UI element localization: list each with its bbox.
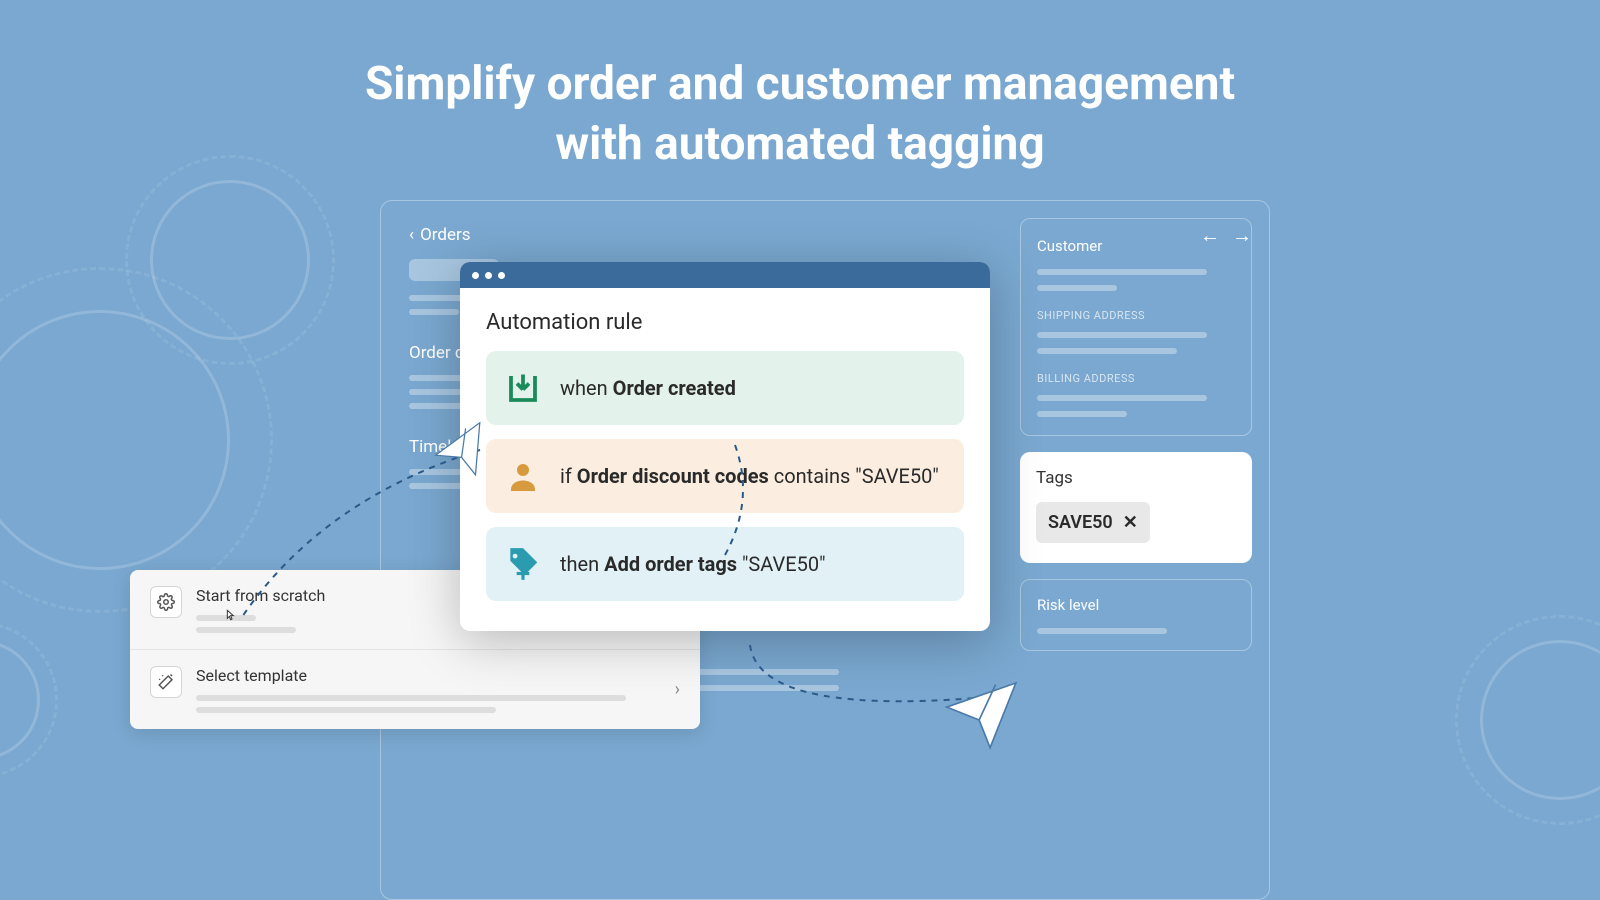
window-dot xyxy=(485,272,492,279)
gear-decoration xyxy=(0,310,230,570)
placeholder xyxy=(1037,411,1127,417)
rule-when-text: when Order created xyxy=(560,376,736,400)
placeholder xyxy=(1037,628,1167,634)
tags-title: Tags xyxy=(1036,468,1236,488)
chevron-left-icon: ‹ xyxy=(409,225,414,245)
magic-wand-icon xyxy=(150,666,182,698)
rule-if-card[interactable]: if Order discount codes contains "SAVE50… xyxy=(486,439,964,513)
placeholder xyxy=(1037,269,1207,275)
chevron-right-icon: › xyxy=(675,679,680,700)
user-icon xyxy=(504,457,542,495)
arrow-left-icon[interactable]: ← xyxy=(1200,223,1220,248)
tags-card: Tags SAVE50 ✕ xyxy=(1020,452,1252,563)
gear-decoration xyxy=(0,640,40,760)
tag-value: SAVE50 xyxy=(1048,512,1113,533)
placeholder xyxy=(196,695,626,701)
close-icon[interactable]: ✕ xyxy=(1123,512,1138,533)
customer-card: Customer SHIPPING ADDRESS BILLING ADDRES… xyxy=(1020,218,1252,436)
paper-plane-icon xyxy=(937,667,1024,754)
window-titlebar xyxy=(460,262,990,288)
rule-if-text: if Order discount codes contains "SAVE50… xyxy=(560,464,939,488)
rule-then-text: then Add order tags "SAVE50" xyxy=(560,552,826,576)
gear-icon xyxy=(150,586,182,618)
gear-decoration xyxy=(1480,640,1600,800)
hero-title: Simplify order and customer management w… xyxy=(0,0,1600,175)
download-icon xyxy=(504,369,542,407)
placeholder xyxy=(1037,348,1177,354)
back-label: Orders xyxy=(420,225,470,245)
picker-select-template[interactable]: Select template › xyxy=(130,650,700,729)
window-dot xyxy=(498,272,505,279)
placeholder xyxy=(1037,285,1117,291)
rule-when-card[interactable]: when Order created xyxy=(486,351,964,425)
placeholder xyxy=(196,627,296,633)
arrow-right-icon[interactable]: → xyxy=(1232,223,1252,248)
rule-then-card[interactable]: then Add order tags "SAVE50" xyxy=(486,527,964,601)
billing-label: BILLING ADDRESS xyxy=(1037,372,1235,385)
tag-chip[interactable]: SAVE50 ✕ xyxy=(1036,502,1150,543)
automation-title: Automation rule xyxy=(486,310,964,335)
placeholder xyxy=(1037,332,1207,338)
cursor-pointer-icon xyxy=(222,608,238,630)
placeholder xyxy=(409,309,459,315)
window-dot xyxy=(472,272,479,279)
paper-plane-icon xyxy=(424,414,495,485)
risk-card: Risk level xyxy=(1020,579,1252,651)
tag-plus-icon xyxy=(504,545,542,583)
placeholder xyxy=(196,707,496,713)
automation-rule-window: Automation rule when Order created if Or… xyxy=(460,262,990,631)
pager-arrows: ← → xyxy=(1200,223,1252,248)
shipping-label: SHIPPING ADDRESS xyxy=(1037,309,1235,322)
hero-line-1: Simplify order and customer management xyxy=(0,55,1600,115)
placeholder xyxy=(1037,395,1207,401)
risk-title: Risk level xyxy=(1037,596,1235,614)
picker-template-label: Select template xyxy=(196,666,661,685)
right-column: ← → Customer SHIPPING ADDRESS BILLING AD… xyxy=(1020,218,1252,651)
